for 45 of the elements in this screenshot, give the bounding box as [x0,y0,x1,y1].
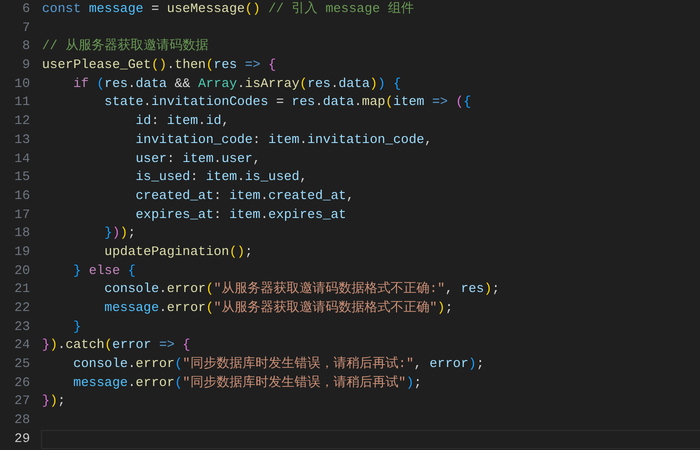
code-line: updatePagination(); [103,242,253,261]
code-line: expires_at: item.expires_at [134,206,346,224]
code-line: message.error("同步数据库时发生错误，请稍后再试"); [72,374,422,392]
line-number: 11 [13,93,30,112]
line-number: 16 [13,186,30,205]
line-number: 24 [13,336,30,354]
line-number: 26 [13,374,30,392]
code-line: } [72,318,82,336]
code-line: } else { [72,262,136,280]
code-line: userPlease_Get().then(res => { [42,56,276,74]
line-number: 14 [13,150,30,168]
code-line: id: item.id, [134,112,230,130]
code-line: // 从服务器获取邀请码数据 [42,37,208,56]
line-number: 20 [13,262,30,280]
code-line: const message = useMessage() // 引入 message 组件 [42,0,414,18]
line-number: 7 [21,18,30,37]
code-line: }); [42,392,66,410]
line-number: 15 [13,168,30,186]
code-line: }).catch(error => { [42,336,190,354]
line-number: 25 [13,355,30,374]
line-number: 8 [21,37,30,56]
code-line: invitation_code: item.invitation_code, [134,130,432,149]
line-number: 23 [13,318,30,336]
line-number: 28 [13,411,30,430]
line-number: 9 [21,56,30,74]
line-number: 17 [13,206,30,224]
line-number: 19 [13,242,30,261]
line-number: 27 [13,392,30,410]
code-line: state.invitationCodes = res.data.map(item => ({ [103,93,472,112]
code-line: message.error("从服务器获取邀请码数据格式不正确"); [103,299,453,317]
line-number: 10 [13,74,30,93]
code-line: created_at: item.created_at, [134,186,354,205]
line-number: 12 [13,112,30,130]
line-number: 18 [13,224,30,242]
code-line: console.error("同步数据库时发生错误，请稍后再试:", error); [72,355,484,374]
line-number: 6 [21,0,30,18]
line-number: 13 [13,130,30,149]
code-line: console.error("从服务器获取邀请码数据格式不正确:", res); [103,280,500,298]
line-number: 22 [13,299,30,317]
code-line: })); [103,224,136,242]
code-line: user: item.user, [134,150,260,168]
line-number: 21 [13,280,30,298]
code-line: is_used: item.is_used, [134,168,308,186]
line-number: 29 [13,430,30,448]
code-line: if (res.data && Array.isArray(res.data)) { [72,74,401,93]
